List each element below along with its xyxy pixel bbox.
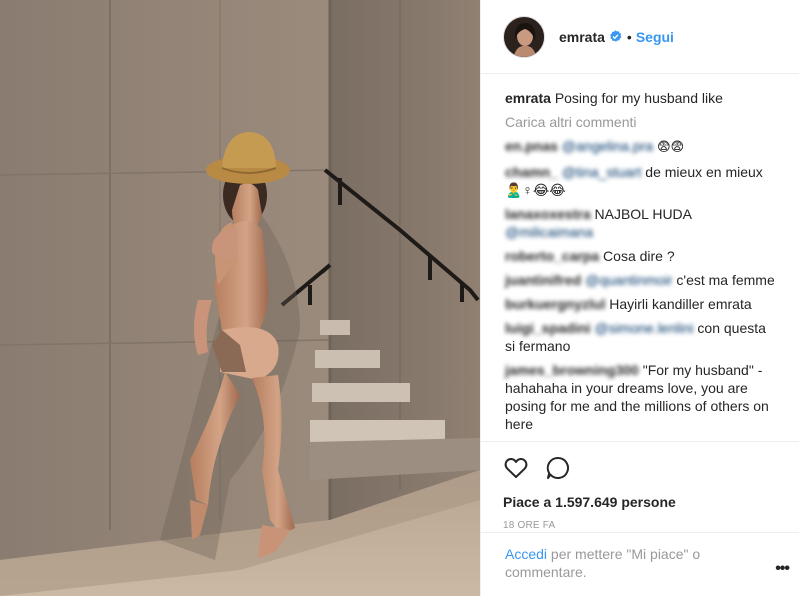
load-more-comments-link[interactable]: Carica altri commenti xyxy=(505,113,776,131)
comment-item: burkuergnyzlul Hayirli kandiller emrata xyxy=(505,295,776,313)
comment-item: juantinifred @quantinmoir c'est ma femme xyxy=(505,271,776,289)
action-icons xyxy=(503,452,778,484)
more-options-icon[interactable]: ••• xyxy=(775,560,790,578)
comment-text: Cosa dire ? xyxy=(599,248,675,264)
comment-username[interactable]: juantinifred xyxy=(505,272,581,288)
comment-mention[interactable]: @tina_stuart xyxy=(562,164,642,180)
comment-username[interactable]: chamn_ xyxy=(505,164,558,180)
comment-mention[interactable]: @quantinmoir xyxy=(585,272,672,288)
comment-mention[interactable]: @milicaimana xyxy=(505,224,593,240)
post-header: emrata • Segui xyxy=(481,0,799,74)
caption: emrata Posing for my husband like xyxy=(505,89,776,107)
comment-text: 😨😨 xyxy=(656,140,685,155)
username[interactable]: emrata xyxy=(559,29,605,45)
login-prompt: Accedi per mettere "Mi piace" o commenta… xyxy=(481,532,799,596)
separator-dot: • xyxy=(626,28,632,45)
caption-text: Posing for my husband like xyxy=(554,90,723,106)
comment-username[interactable]: en.pnas xyxy=(505,138,558,154)
caption-username[interactable]: emrata xyxy=(505,90,551,106)
follow-button[interactable]: Segui xyxy=(636,29,674,45)
post-photo-illustration xyxy=(0,0,480,596)
post-timestamp[interactable]: 18 ORE FA xyxy=(503,520,778,531)
comment-username[interactable]: luigi_spadini xyxy=(505,320,591,336)
avatar-image xyxy=(504,16,544,57)
comment-item: chamn_ @tina_stuart de mieux en mieux 🙎‍… xyxy=(505,163,776,199)
post-photo[interactable] xyxy=(0,0,480,596)
comment-item: en.pnas @angelina.pra 😨😨 xyxy=(505,137,776,157)
heart-icon[interactable] xyxy=(503,455,529,481)
avatar[interactable] xyxy=(503,15,545,58)
comments-list[interactable]: emrata Posing for my husband like Carica… xyxy=(481,75,799,441)
comment-icon[interactable] xyxy=(545,455,571,481)
post-side-panel: emrata • Segui emrata Posing for my husb… xyxy=(480,0,799,596)
comment-item: roberto_carpa Cosa dire ? xyxy=(505,247,776,265)
comment-mention[interactable]: @angelina.pra xyxy=(562,138,653,154)
likes-count[interactable]: Piace a 1.597.649 persone xyxy=(503,494,778,510)
comment-item: james_browning300 "For my husband" - hah… xyxy=(505,361,776,433)
comment-mention[interactable]: @simone.lenlini xyxy=(594,320,693,336)
comment-text: c'est ma femme xyxy=(672,272,775,288)
login-link[interactable]: Accedi xyxy=(505,546,547,562)
comment-username[interactable]: lanaxoxestra xyxy=(505,206,591,222)
comment-item: luigi_spadini @simone.lenlini con questa… xyxy=(505,319,776,355)
comment-username[interactable]: james_browning300 xyxy=(505,362,639,378)
verified-badge-icon xyxy=(609,30,622,43)
comment-username[interactable]: burkuergnyzlul xyxy=(505,296,605,312)
post-actions: Piace a 1.597.649 persone 18 ORE FA xyxy=(481,441,799,531)
comment-text: NAJBOL HUDA xyxy=(590,206,692,222)
comment-text: Hayirli kandiller emrata xyxy=(605,296,752,312)
comment-item: lanaxoxestra NAJBOL HUDA @milicaimana xyxy=(505,205,776,241)
comment-username[interactable]: roberto_carpa xyxy=(505,248,599,264)
